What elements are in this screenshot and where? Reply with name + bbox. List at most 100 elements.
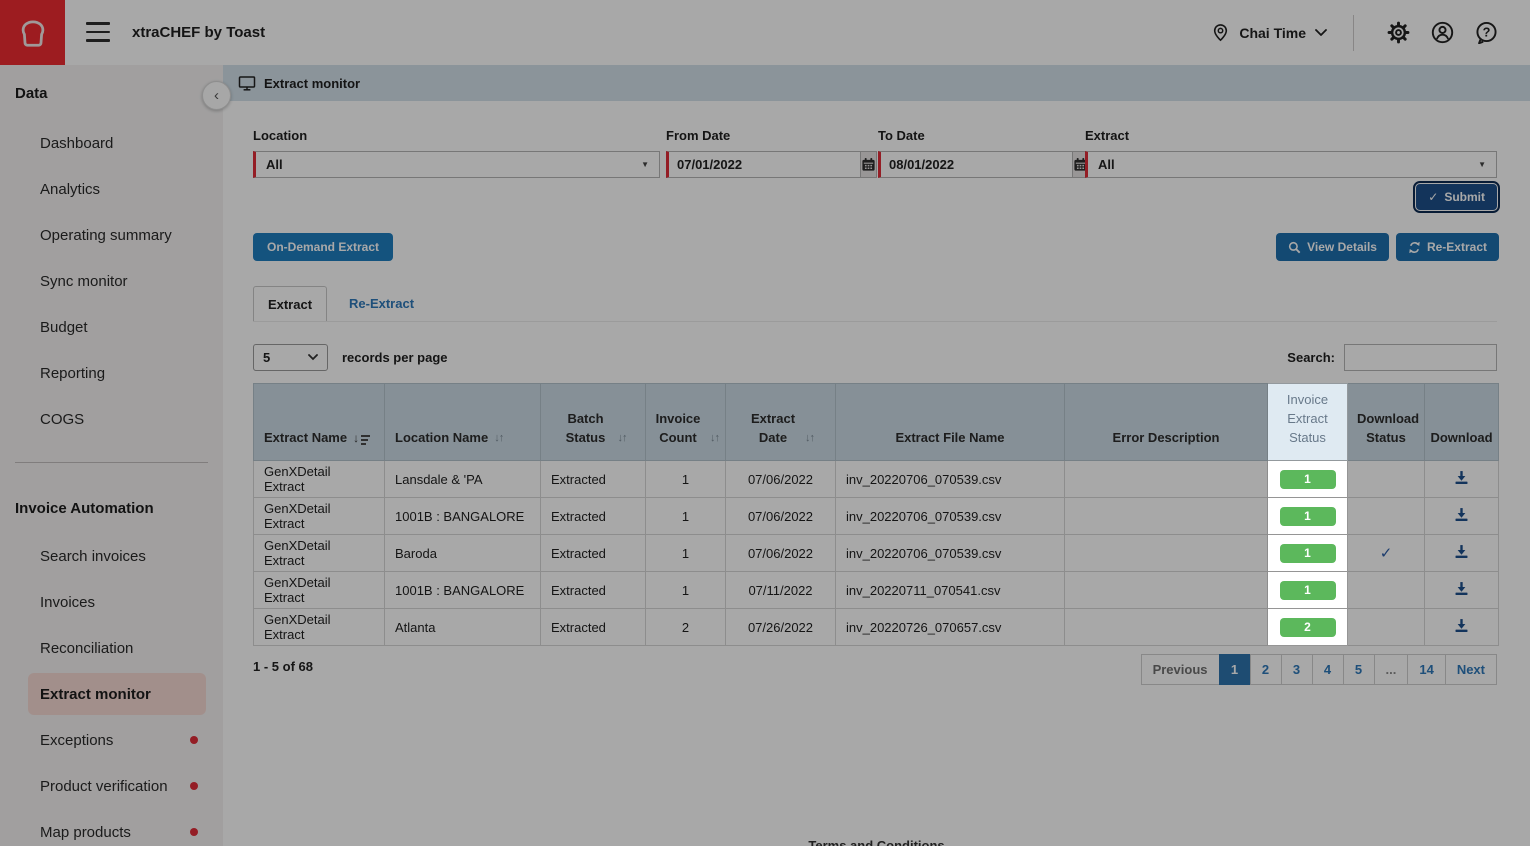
pagination-page-2[interactable]: 2: [1250, 654, 1282, 685]
download-button[interactable]: [1454, 618, 1469, 633]
location-label: Location: [253, 128, 660, 143]
download-button[interactable]: [1454, 581, 1469, 596]
cell-file-name: inv_20220711_070541.csv: [836, 572, 1065, 609]
sort-icon[interactable]: ↓↑: [805, 431, 814, 448]
cell-invoice-count: 1: [646, 535, 726, 572]
pagination-previous[interactable]: Previous: [1141, 654, 1220, 685]
sort-icon[interactable]: ↓↑: [494, 431, 503, 448]
cell-invoice-extract-status: 1: [1268, 461, 1348, 498]
sidebar-item-budget[interactable]: Budget: [0, 304, 223, 350]
download-icon: [1454, 507, 1469, 522]
table-header-row: Extract Name ↓ Location Name ↓↑ Batch St…: [254, 384, 1499, 461]
extract-label: Extract: [1085, 128, 1497, 143]
download-button[interactable]: [1454, 544, 1469, 559]
hamburger-menu-icon[interactable]: [86, 22, 110, 42]
pagination-page-5[interactable]: 5: [1343, 654, 1375, 685]
sidebar-item-analytics[interactable]: Analytics: [0, 166, 223, 212]
sort-icon[interactable]: ↓↑: [618, 431, 627, 448]
filter-location: Location All ▼: [253, 128, 660, 178]
sidebar-item-cogs[interactable]: COGS: [0, 396, 223, 442]
cell-location: Baroda: [385, 535, 541, 572]
cell-error: [1065, 609, 1268, 646]
re-extract-button[interactable]: Re-Extract: [1396, 233, 1499, 261]
sidebar-item-operating-summary[interactable]: Operating summary: [0, 212, 223, 258]
cell-extract-name: GenXDetail Extract: [254, 572, 385, 609]
sidebar-item-invoices[interactable]: Invoices: [0, 579, 223, 625]
cell-download: [1425, 535, 1499, 572]
sidebar-item-exceptions[interactable]: Exceptions: [0, 717, 223, 763]
cell-extract-date: 07/06/2022: [726, 461, 836, 498]
view-details-button[interactable]: View Details: [1276, 233, 1389, 261]
on-demand-extract-button[interactable]: On-Demand Extract: [253, 233, 393, 261]
cell-file-name: inv_20220706_070539.csv: [836, 498, 1065, 535]
table-toolbar: 5 records per page Search:: [253, 344, 1497, 371]
sort-amount-desc-icon[interactable]: ↓: [353, 430, 370, 448]
cell-extract-name: GenXDetail Extract: [254, 535, 385, 572]
sidebar-collapse-button[interactable]: ‹: [202, 81, 231, 110]
sidebar-item-search-invoices[interactable]: Search invoices: [0, 533, 223, 579]
table-row: GenXDetail Extract Baroda Extracted 1 07…: [254, 535, 1499, 572]
cell-file-name: inv_20220726_070657.csv: [836, 609, 1065, 646]
calendar-icon: [861, 157, 876, 172]
app-title: xtraCHEF by Toast: [132, 0, 265, 65]
settings-button[interactable]: [1376, 11, 1420, 55]
cell-invoice-count: 1: [646, 498, 726, 535]
cell-location: Atlanta: [385, 609, 541, 646]
col-header-download: Download: [1425, 384, 1499, 461]
help-button[interactable]: ?: [1464, 11, 1508, 55]
filter-from-date: From Date: [666, 128, 860, 178]
cell-download-status: [1348, 461, 1425, 498]
pagination-page-4[interactable]: 4: [1312, 654, 1344, 685]
sidebar-item-reporting[interactable]: Reporting: [0, 350, 223, 396]
location-select[interactable]: All ▼: [253, 151, 660, 178]
cell-error: [1065, 572, 1268, 609]
pagination-next[interactable]: Next: [1445, 654, 1497, 685]
pagination-page-14[interactable]: 14: [1407, 654, 1445, 685]
cell-extract-date: 07/06/2022: [726, 498, 836, 535]
sidebar-item-map-products[interactable]: Map products: [0, 809, 223, 846]
cell-extract-date: 07/06/2022: [726, 535, 836, 572]
table-row: GenXDetail Extract 1001B : BANGALORE Ext…: [254, 572, 1499, 609]
cell-extract-date: 07/26/2022: [726, 609, 836, 646]
filters: Location All ▼ From Date: [253, 128, 1497, 212]
account-button[interactable]: [1420, 11, 1464, 55]
page-size-select[interactable]: 5: [253, 344, 328, 371]
svg-text:?: ?: [1482, 25, 1490, 40]
caret-down-icon: ▼: [641, 160, 649, 169]
col-header-batch-status[interactable]: Batch Status ↓↑: [541, 384, 646, 461]
extract-table: Extract Name ↓ Location Name ↓↑ Batch St…: [253, 383, 1499, 646]
sort-icon[interactable]: ↓↑: [710, 431, 719, 448]
cell-invoice-count: 2: [646, 609, 726, 646]
search-input[interactable]: [1344, 344, 1497, 371]
search-label: Search:: [1287, 350, 1335, 365]
to-date-input[interactable]: [878, 151, 1072, 178]
col-header-extract-date[interactable]: Extract Date ↓↑: [726, 384, 836, 461]
tab-extract[interactable]: Extract: [253, 286, 327, 321]
sidebar-item-reconciliation[interactable]: Reconciliation: [0, 625, 223, 671]
action-buttons: On-Demand Extract View Details: [253, 233, 1499, 261]
extract-select[interactable]: All ▼: [1085, 151, 1497, 178]
table-row: GenXDetail Extract Atlanta Extracted 2 0…: [254, 609, 1499, 646]
col-header-invoice-count[interactable]: Invoice Count ↓↑: [646, 384, 726, 461]
tab-re-extract[interactable]: Re-Extract: [349, 286, 414, 321]
sidebar-item-extract-monitor[interactable]: Extract monitor: [28, 673, 206, 715]
sidebar-item-dashboard[interactable]: Dashboard: [0, 120, 223, 166]
terms-link[interactable]: Terms and Conditions: [808, 838, 944, 846]
sidebar-item-sync-monitor[interactable]: Sync monitor: [0, 258, 223, 304]
pagination-page-3[interactable]: 3: [1281, 654, 1313, 685]
from-date-calendar-button[interactable]: [860, 151, 877, 178]
from-date-input[interactable]: [666, 151, 860, 178]
pagination-ellipsis: ...: [1374, 654, 1409, 685]
tabs: Extract Re-Extract: [253, 285, 1497, 322]
download-button[interactable]: [1454, 507, 1469, 522]
submit-button[interactable]: ✓ Submit: [1416, 184, 1497, 210]
col-header-location-name[interactable]: Location Name ↓↑: [385, 384, 541, 461]
location-picker[interactable]: Chai Time: [1211, 23, 1327, 42]
toast-logo[interactable]: [0, 0, 65, 65]
download-button[interactable]: [1454, 470, 1469, 485]
topbar-divider: [1353, 15, 1354, 51]
status-badge: 1: [1280, 544, 1336, 563]
pagination-page-1[interactable]: 1: [1219, 654, 1251, 685]
col-header-extract-name[interactable]: Extract Name ↓: [254, 384, 385, 461]
sidebar-item-product-verification[interactable]: Product verification: [0, 763, 223, 809]
